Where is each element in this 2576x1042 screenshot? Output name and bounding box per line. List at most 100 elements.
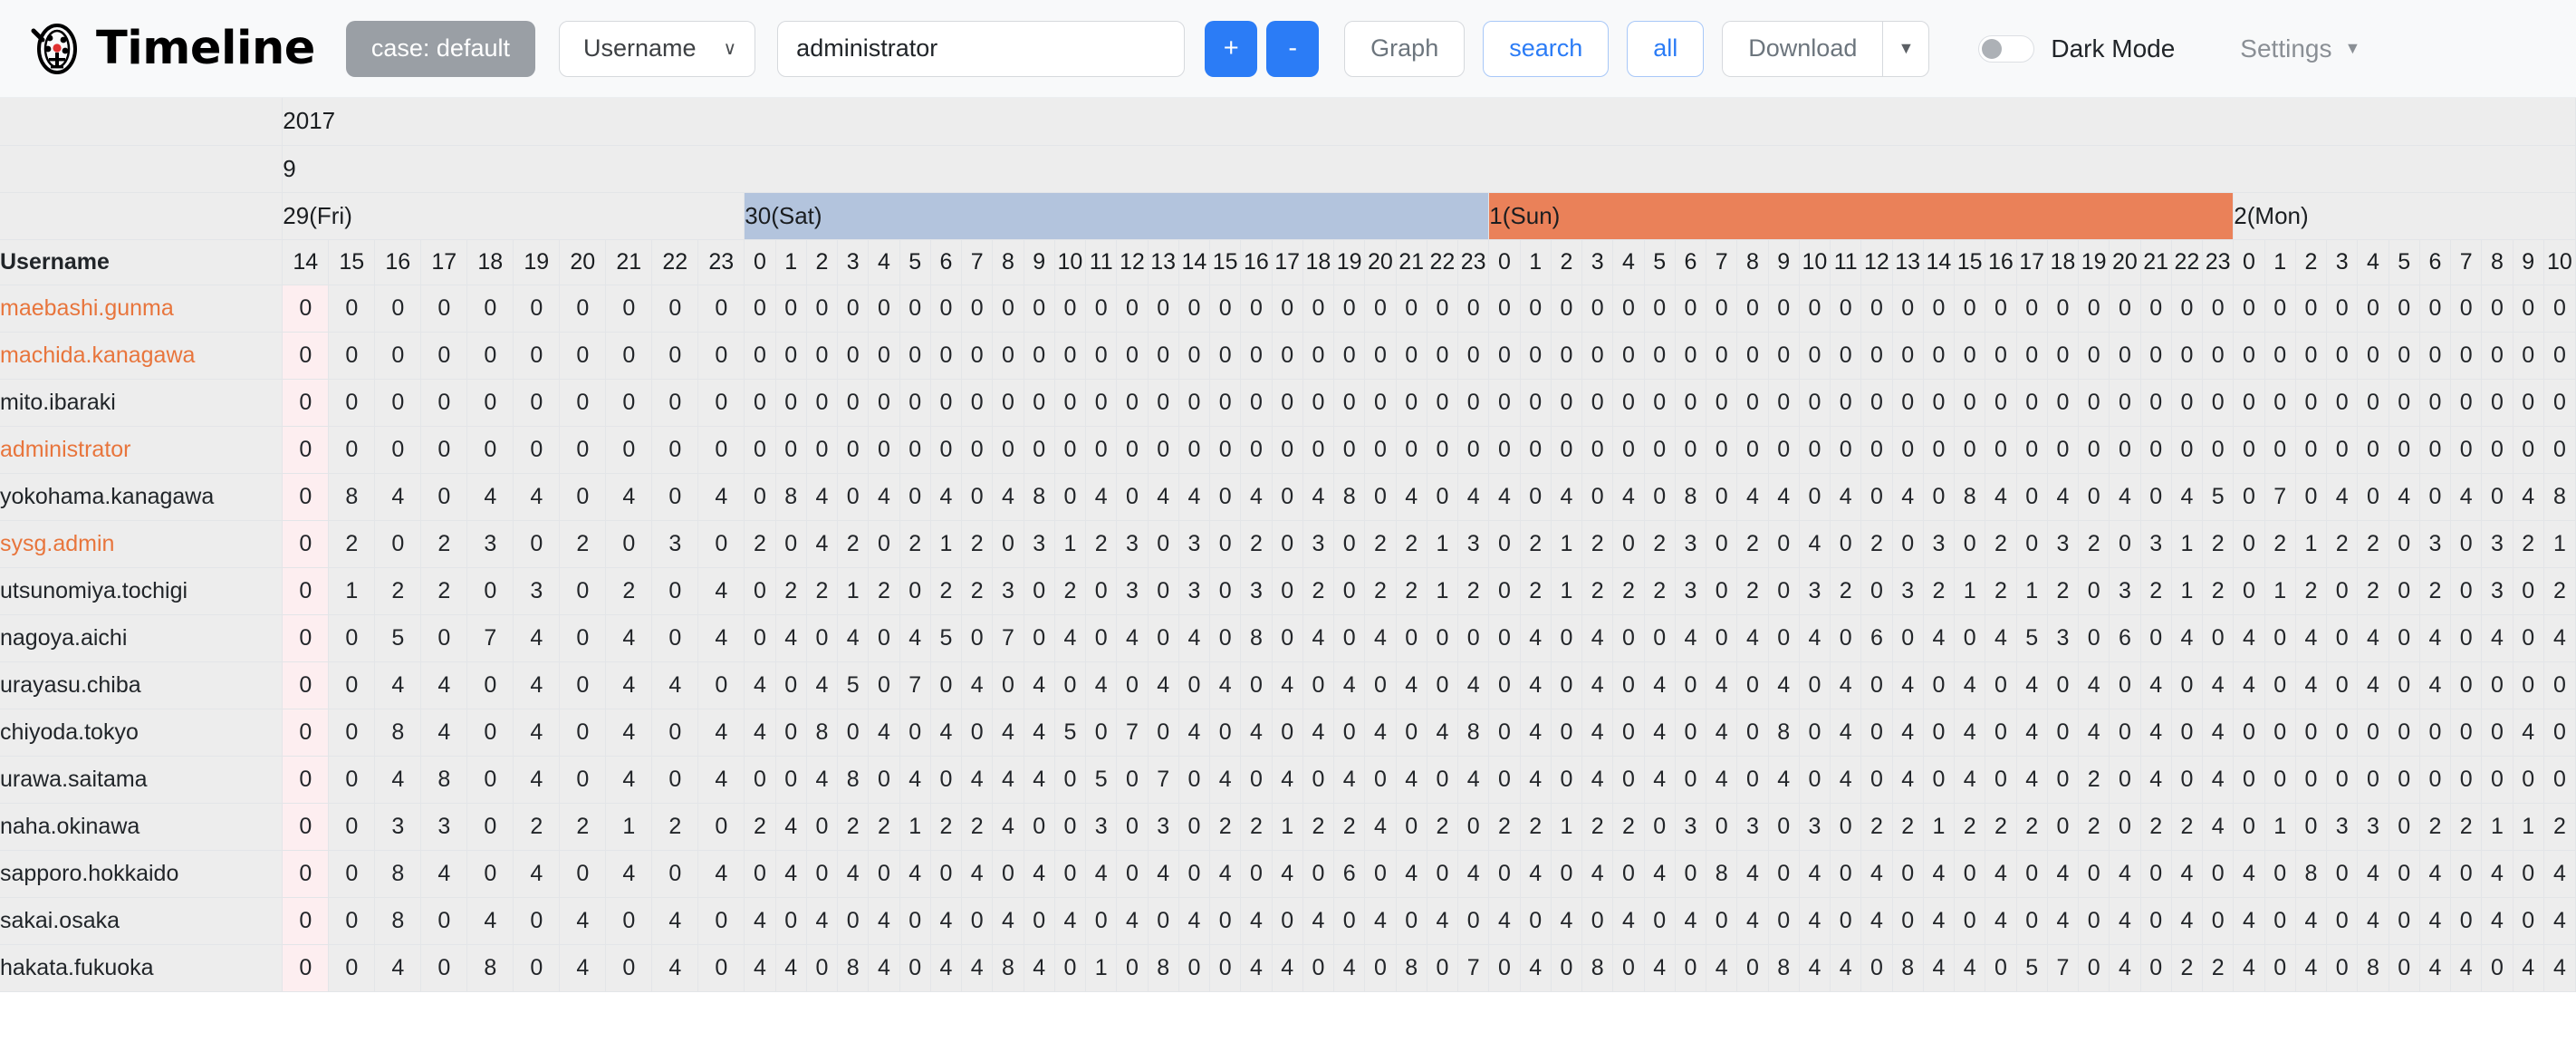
- count-cell[interactable]: 0: [1736, 379, 1769, 427]
- count-cell[interactable]: 4: [868, 944, 900, 992]
- username-cell[interactable]: machida.kanagawa: [0, 332, 284, 380]
- count-cell[interactable]: 0: [282, 426, 330, 474]
- count-cell[interactable]: 2: [744, 803, 776, 851]
- count-cell[interactable]: 0: [1085, 426, 1118, 474]
- count-cell[interactable]: 2: [2078, 756, 2110, 804]
- count-cell[interactable]: 0: [1085, 285, 1118, 333]
- count-cell[interactable]: 0: [2389, 285, 2420, 333]
- count-cell[interactable]: 0: [1923, 379, 1956, 427]
- all-button[interactable]: all: [1627, 20, 1705, 77]
- count-cell[interactable]: 0: [1333, 709, 1366, 757]
- count-cell[interactable]: 0: [1892, 897, 1924, 945]
- count-cell[interactable]: 0: [1396, 379, 1427, 427]
- count-cell[interactable]: 0: [1706, 803, 1738, 851]
- count-cell[interactable]: 7: [899, 661, 931, 709]
- count-cell[interactable]: 3: [1178, 567, 1211, 615]
- count-cell[interactable]: 0: [1644, 379, 1676, 427]
- count-cell[interactable]: 3: [2109, 567, 2141, 615]
- count-cell[interactable]: 8: [1396, 944, 1427, 992]
- count-cell[interactable]: 0: [697, 944, 745, 992]
- count-cell[interactable]: 0: [1272, 614, 1303, 662]
- count-cell[interactable]: 4: [1985, 473, 2017, 521]
- count-cell[interactable]: 0: [1612, 661, 1645, 709]
- count-cell[interactable]: 3: [1178, 520, 1211, 568]
- count-cell[interactable]: 4: [2295, 661, 2328, 709]
- graph-button[interactable]: Graph: [1344, 20, 1466, 77]
- count-cell[interactable]: 1: [1085, 944, 1118, 992]
- count-cell[interactable]: 2: [1860, 803, 1893, 851]
- count-cell[interactable]: 0: [1860, 756, 1893, 804]
- count-cell[interactable]: 4: [1457, 473, 1490, 521]
- count-cell[interactable]: 0: [2202, 426, 2235, 474]
- count-cell[interactable]: 2: [961, 520, 994, 568]
- count-cell[interactable]: 1: [1427, 567, 1459, 615]
- count-cell[interactable]: 0: [1240, 850, 1273, 898]
- count-cell[interactable]: 0: [513, 426, 561, 474]
- count-cell[interactable]: 8: [1768, 944, 1800, 992]
- count-cell[interactable]: 0: [2389, 332, 2420, 380]
- count-cell[interactable]: 4: [2202, 709, 2235, 757]
- count-cell[interactable]: 2: [1457, 567, 1490, 615]
- count-cell[interactable]: 4: [1830, 944, 1862, 992]
- count-cell[interactable]: 3: [1736, 803, 1769, 851]
- count-cell[interactable]: 0: [1736, 426, 1769, 474]
- count-cell[interactable]: 4: [2419, 897, 2452, 945]
- count-cell[interactable]: 2: [1736, 567, 1769, 615]
- count-cell[interactable]: 4: [806, 661, 839, 709]
- count-cell[interactable]: 3: [1923, 520, 1956, 568]
- count-cell[interactable]: 0: [1923, 426, 1956, 474]
- count-cell[interactable]: 2: [930, 803, 963, 851]
- count-cell[interactable]: 1: [2264, 803, 2296, 851]
- count-cell[interactable]: 0: [2047, 426, 2080, 474]
- count-cell[interactable]: 0: [466, 661, 514, 709]
- count-cell[interactable]: 0: [2078, 285, 2110, 333]
- count-cell[interactable]: 0: [1985, 709, 2017, 757]
- count-cell[interactable]: 4: [513, 614, 561, 662]
- count-cell[interactable]: 5: [1085, 756, 1118, 804]
- count-cell[interactable]: 0: [1706, 285, 1738, 333]
- count-cell[interactable]: 0: [1396, 426, 1427, 474]
- count-cell[interactable]: 4: [1024, 661, 1055, 709]
- count-cell[interactable]: 0: [1581, 426, 1614, 474]
- username-cell[interactable]: naha.okinawa: [0, 803, 284, 851]
- count-cell[interactable]: 5: [1054, 709, 1087, 757]
- count-cell[interactable]: 0: [2481, 661, 2514, 709]
- count-cell[interactable]: 4: [2109, 850, 2141, 898]
- count-cell[interactable]: 0: [2295, 426, 2328, 474]
- count-cell[interactable]: 0: [899, 332, 931, 380]
- count-cell[interactable]: 0: [2109, 520, 2141, 568]
- count-cell[interactable]: 0: [651, 614, 699, 662]
- count-cell[interactable]: 4: [744, 661, 776, 709]
- count-cell[interactable]: 0: [466, 426, 514, 474]
- count-cell[interactable]: 0: [2357, 756, 2389, 804]
- count-cell[interactable]: 0: [1272, 520, 1303, 568]
- count-cell[interactable]: 0: [1860, 661, 1893, 709]
- count-cell[interactable]: 4: [651, 944, 699, 992]
- count-cell[interactable]: 8: [2357, 944, 2389, 992]
- count-cell[interactable]: 0: [466, 285, 514, 333]
- count-cell[interactable]: 0: [1954, 332, 1986, 380]
- count-cell[interactable]: 4: [2078, 709, 2110, 757]
- count-cell[interactable]: 1: [1954, 567, 1986, 615]
- count-cell[interactable]: 0: [1333, 379, 1366, 427]
- count-cell[interactable]: 0: [1457, 332, 1490, 380]
- count-cell[interactable]: 0: [775, 520, 807, 568]
- count-cell[interactable]: 0: [837, 332, 870, 380]
- count-cell[interactable]: 4: [2233, 614, 2265, 662]
- count-cell[interactable]: 0: [1551, 756, 1583, 804]
- count-cell[interactable]: 4: [2543, 897, 2576, 945]
- count-cell[interactable]: 0: [1860, 473, 1893, 521]
- count-cell[interactable]: 4: [1923, 897, 1956, 945]
- count-cell[interactable]: 3: [2481, 520, 2514, 568]
- count-cell[interactable]: 0: [1024, 897, 1055, 945]
- count-cell[interactable]: 0: [282, 709, 330, 757]
- count-cell[interactable]: 0: [2140, 426, 2172, 474]
- count-cell[interactable]: 3: [1675, 520, 1707, 568]
- count-cell[interactable]: 0: [2481, 285, 2514, 333]
- count-cell[interactable]: 0: [744, 332, 776, 380]
- count-cell[interactable]: 2: [1985, 520, 2017, 568]
- count-cell[interactable]: 2: [1364, 520, 1397, 568]
- count-cell[interactable]: 0: [868, 332, 900, 380]
- count-cell[interactable]: 0: [775, 897, 807, 945]
- count-cell[interactable]: 4: [1581, 709, 1614, 757]
